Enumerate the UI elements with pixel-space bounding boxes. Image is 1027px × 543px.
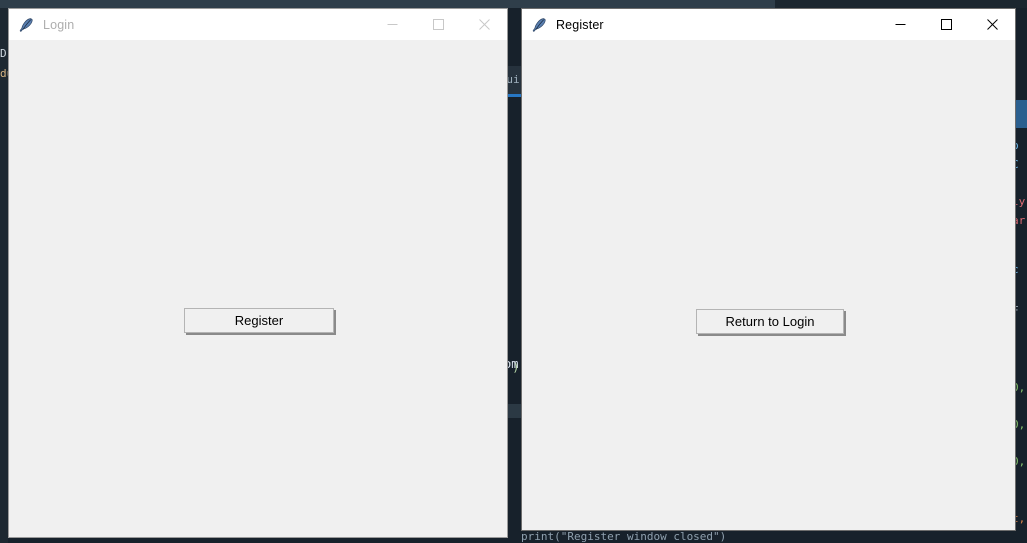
- register-button[interactable]: Register: [184, 308, 334, 333]
- register-window-controls: [877, 9, 1015, 40]
- feather-icon: [19, 17, 33, 32]
- feather-icon: [532, 17, 546, 32]
- minimize-icon[interactable]: [369, 9, 415, 40]
- login-title-text: Login: [43, 17, 75, 32]
- login-window[interactable]: Login Register: [8, 8, 508, 538]
- return-to-login-button[interactable]: Return to Login: [696, 309, 844, 334]
- editor-bottom-code-sliver: print("Register window closed"): [521, 531, 727, 543]
- maximize-icon[interactable]: [923, 9, 969, 40]
- login-client-area: Register: [9, 40, 507, 537]
- register-window[interactable]: Register Return to Login: [521, 8, 1016, 531]
- editor-tab-strip-dark: [775, 0, 1027, 8]
- login-titlebar[interactable]: Login: [9, 9, 507, 40]
- editor-left-gutter: [0, 8, 8, 543]
- register-titlebar[interactable]: Register: [522, 9, 1015, 40]
- close-icon[interactable]: [969, 9, 1015, 40]
- login-window-controls: [369, 9, 507, 40]
- register-client-area: Return to Login: [522, 40, 1015, 530]
- close-icon[interactable]: [461, 9, 507, 40]
- minimize-icon[interactable]: [877, 9, 923, 40]
- register-title-text: Register: [556, 17, 604, 32]
- maximize-icon[interactable]: [415, 9, 461, 40]
- desktop: D du ui ") om b C ly ar c F 0, 0, 0,: [0, 0, 1027, 543]
